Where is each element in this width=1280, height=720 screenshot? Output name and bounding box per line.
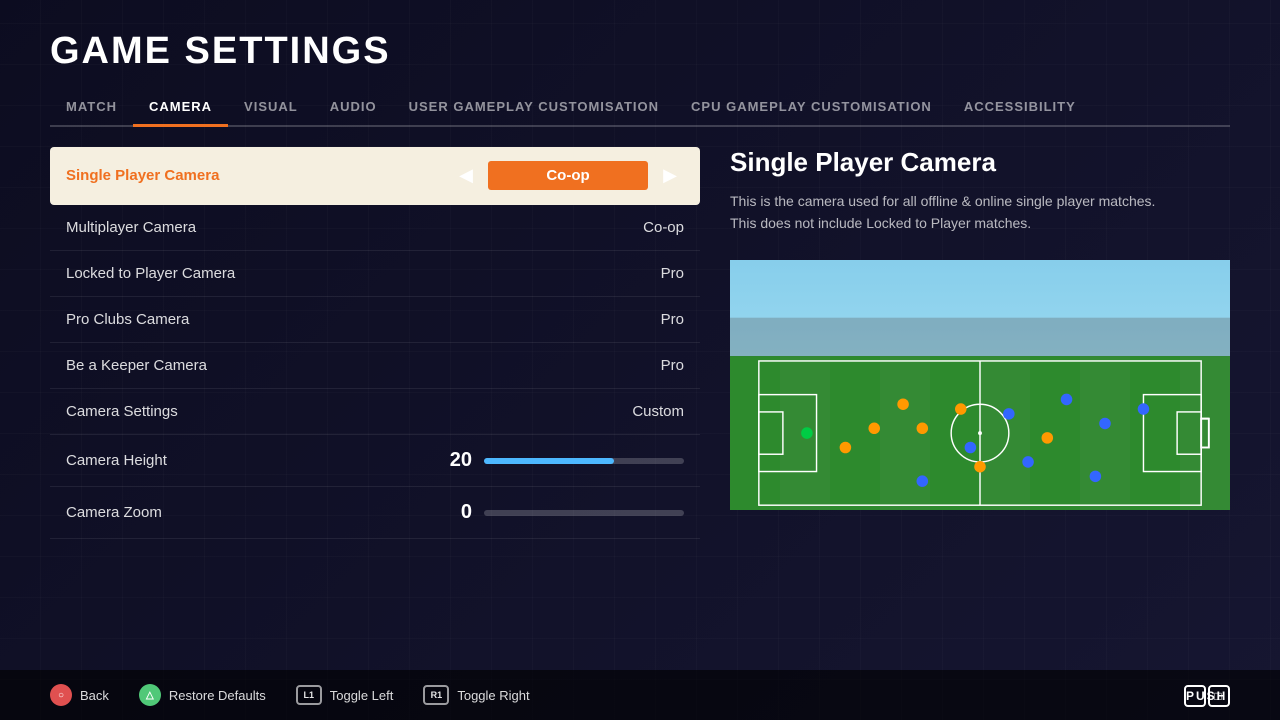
settings-list: Single Player Camera ◀ Co-op ▶ Multiplay…	[50, 147, 700, 539]
main-layout: Single Player Camera ◀ Co-op ▶ Multiplay…	[50, 147, 1230, 677]
tab-user-gameplay[interactable]: USER GAMEPLAY CUSTOMISATION	[393, 91, 675, 127]
setting-pro-clubs-camera[interactable]: Pro Clubs Camera Pro	[50, 297, 700, 343]
next-value-btn[interactable]: ▶	[656, 162, 684, 190]
setting-be-a-keeper-camera[interactable]: Be a Keeper Camera Pro	[50, 343, 700, 389]
setting-multiplayer-camera[interactable]: Multiplayer Camera Co-op	[50, 205, 700, 251]
field-preview	[730, 255, 1230, 515]
setting-label-camera-height: Camera Height	[66, 452, 167, 469]
setting-label-be-a-keeper-camera: Be a Keeper Camera	[66, 357, 207, 374]
setting-locked-to-player-camera[interactable]: Locked to Player Camera Pro	[50, 251, 700, 297]
setting-value-multiplayer-camera: Co-op	[643, 219, 684, 236]
tab-visual[interactable]: VISUAL	[228, 91, 314, 127]
slider-camera-zoom-value: 0	[442, 501, 472, 524]
setting-label-single-player-camera: Single Player Camera	[66, 167, 219, 184]
slider-camera-height-container: 20	[442, 449, 684, 472]
detail-title: Single Player Camera	[730, 147, 1230, 178]
page-title: GAME SETTINGS	[50, 30, 1230, 73]
setting-value-pro-clubs-camera: Pro	[661, 311, 684, 328]
tab-audio[interactable]: AUDIO	[314, 91, 393, 127]
setting-value-locked-to-player-camera: Pro	[661, 265, 684, 282]
slider-camera-zoom-track[interactable]	[484, 510, 684, 516]
setting-value-camera-settings: Custom	[632, 403, 684, 420]
right-panel: Single Player Camera This is the camera …	[730, 147, 1230, 677]
slider-camera-height-track[interactable]	[484, 458, 684, 464]
detail-description: This is the camera used for all offline …	[730, 190, 1230, 235]
setting-control-single-player-camera: ◀ Co-op ▶	[452, 161, 684, 190]
setting-single-player-camera[interactable]: Single Player Camera ◀ Co-op ▶	[50, 147, 700, 205]
tab-accessibility[interactable]: ACCESSIBILITY	[948, 91, 1092, 127]
setting-label-locked-to-player-camera: Locked to Player Camera	[66, 265, 235, 282]
setting-label-pro-clubs-camera: Pro Clubs Camera	[66, 311, 189, 328]
prev-value-btn[interactable]: ◀	[452, 162, 480, 190]
tab-cpu-gameplay[interactable]: CPU GAMEPLAY CUSTOMISATION	[675, 91, 948, 127]
setting-label-camera-settings: Camera Settings	[66, 403, 178, 420]
setting-label-multiplayer-camera: Multiplayer Camera	[66, 219, 196, 236]
setting-camera-zoom[interactable]: Camera Zoom 0	[50, 487, 700, 539]
setting-value-be-a-keeper-camera: Pro	[661, 357, 684, 374]
setting-camera-settings[interactable]: Camera Settings Custom	[50, 389, 700, 435]
tab-match[interactable]: MATCH	[50, 91, 133, 127]
setting-camera-height[interactable]: Camera Height 20	[50, 435, 700, 487]
setting-label-camera-zoom: Camera Zoom	[66, 504, 162, 521]
slider-camera-height-value: 20	[442, 449, 472, 472]
left-panel: Single Player Camera ◀ Co-op ▶ Multiplay…	[50, 147, 700, 677]
slider-camera-zoom-container: 0	[442, 501, 684, 524]
setting-value-display-single-player-camera: Co-op	[488, 161, 648, 190]
tab-camera[interactable]: CAMERA	[133, 91, 228, 127]
field-svg	[730, 255, 1230, 515]
slider-camera-height-fill	[484, 458, 614, 464]
tabs-nav: MATCH CAMERA VISUAL AUDIO USER GAMEPLAY …	[50, 91, 1230, 127]
